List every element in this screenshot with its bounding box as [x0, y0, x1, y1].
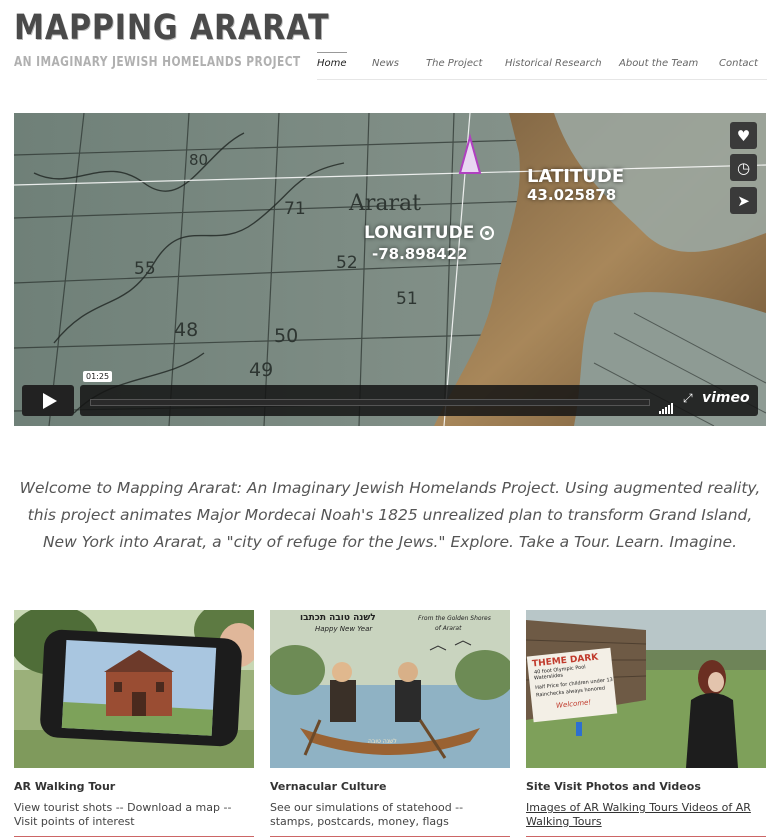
map-number: 71 [284, 199, 306, 219]
play-icon [42, 392, 57, 409]
nav-item-about-the-team[interactable]: About the Team [619, 58, 698, 69]
card-divider [526, 836, 766, 837]
map-number: 51 [396, 289, 418, 309]
progress-bar[interactable] [90, 399, 650, 406]
card-description: Images of AR Walking Tours Videos of AR … [526, 801, 766, 829]
play-button[interactable] [22, 385, 74, 416]
card-image-phone[interactable] [14, 610, 254, 768]
postcard-caption-line2: of Ararat [435, 625, 462, 632]
site-title[interactable]: MAPPING ARARAT [14, 8, 329, 48]
postcard-boat-text: לשנה טובה [368, 738, 397, 745]
longitude-value: -78.898422 [372, 245, 468, 263]
map-video-frame [14, 113, 766, 426]
nav-item-home[interactable]: Home [317, 52, 347, 69]
card-title[interactable]: AR Walking Tour [14, 780, 115, 793]
welcome-text: Welcome to Mapping Ararat: An Imaginary … [19, 479, 761, 551]
nav-item-news[interactable]: News [372, 58, 399, 69]
card-divider [14, 836, 254, 837]
nav-item-contact[interactable]: Contact [719, 58, 758, 69]
heart-icon: ♥ [736, 126, 751, 145]
map-number: 50 [274, 325, 299, 347]
map-number: 52 [336, 253, 358, 273]
card-image-site-visit[interactable]: THEME DARK 40 foot Olympic Pool Watersli… [526, 610, 766, 768]
card-vernacular-culture[interactable]: לשנה טובה תכתבו Happy New Year From the … [270, 610, 510, 837]
card-description: View tourist shots -- Download a map -- … [14, 801, 232, 828]
card-image-postcard[interactable]: לשנה טובה תכתבו Happy New Year From the … [270, 610, 510, 768]
card-site-visit[interactable]: THEME DARK 40 foot Olympic Pool Watersli… [526, 610, 766, 837]
latitude-label: LATITUDE [527, 166, 625, 187]
card-description: See our simulations of statehood -- stam… [270, 801, 464, 828]
timecode: 01:25 [83, 371, 113, 382]
watch-later-button[interactable]: ◷ [730, 154, 757, 181]
nav-item-the-project[interactable]: The Project [426, 58, 482, 69]
site-tagline: AN IMAGINARY JEWISH HOMELANDS PROJECT [14, 55, 301, 70]
card-title[interactable]: Site Visit Photos and Videos [526, 780, 701, 793]
postcard-hebrew-title: לשנה טובה תכתבו [300, 613, 376, 623]
nav-item-historical-research[interactable]: Historical Research [505, 58, 602, 69]
share-button[interactable]: ➤ [730, 187, 757, 214]
card-ar-walking-tour[interactable]: AR Walking Tour View tourist shots -- Do… [14, 610, 254, 837]
latitude-value: 43.025878 [527, 186, 617, 204]
map-number: 48 [174, 319, 199, 341]
longitude-label: LONGITUDE [364, 223, 475, 243]
card-title[interactable]: Vernacular Culture [270, 780, 387, 793]
fullscreen-icon[interactable]: ⤢ [683, 391, 693, 406]
video-player[interactable]: 80 71 55 52 51 48 50 49 Ararat LATITUDE … [14, 113, 766, 426]
send-icon: ➤ [737, 191, 750, 210]
clock-icon: ◷ [736, 158, 751, 177]
map-number: 55 [134, 259, 156, 279]
video-controls: 01:25 ⤢ vimeo [22, 371, 758, 416]
volume-icon[interactable] [659, 395, 674, 414]
main-nav: Home News The Project Historical Researc… [317, 52, 767, 80]
like-button[interactable]: ♥ [730, 122, 757, 149]
postcard-greeting: Happy New Year [315, 625, 373, 633]
card-divider [270, 836, 510, 837]
postcard-caption-line1: From the Golden Shores [418, 615, 491, 622]
map-place-name: Ararat [349, 191, 421, 216]
map-number: 80 [189, 151, 209, 169]
vimeo-logo[interactable]: vimeo [702, 390, 750, 406]
site-visit-links[interactable]: Images of AR Walking Tours Videos of AR … [526, 801, 751, 828]
map-number: 49 [249, 359, 274, 381]
